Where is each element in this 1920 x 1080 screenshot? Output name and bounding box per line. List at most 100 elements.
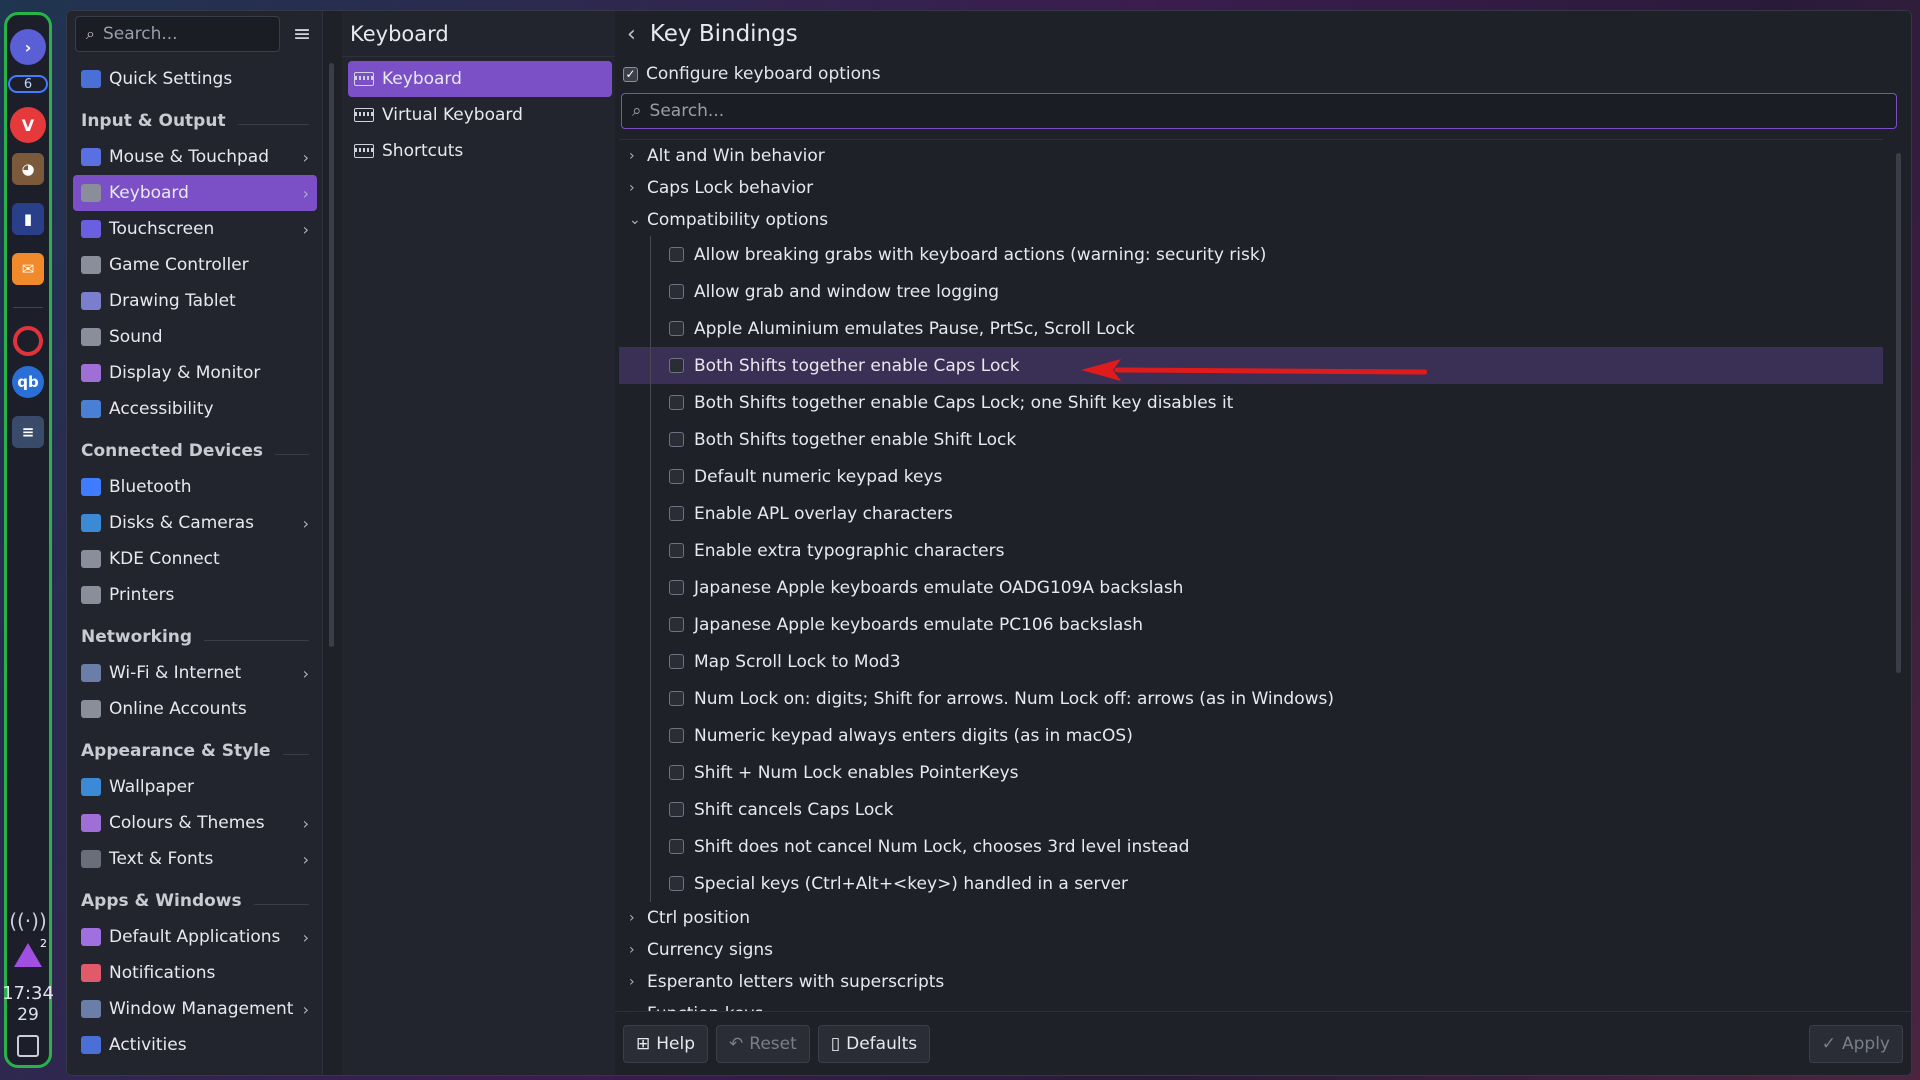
sidebar-item-label: Activities [109, 1035, 187, 1055]
sidebar-item[interactable]: Colours & Themes › [73, 805, 317, 841]
sidebar-item[interactable]: Accessibility [73, 391, 317, 427]
option-group-row[interactable]: › Alt and Win behavior [619, 140, 1883, 172]
qbittorrent-icon[interactable]: qb [12, 366, 44, 398]
expand-arrow-icon[interactable]: ⌄ [629, 212, 647, 228]
option-checkbox[interactable] [669, 247, 684, 262]
sidebar-item[interactable]: Window Management › [73, 991, 317, 1027]
terminal-icon[interactable]: ▮ [12, 203, 44, 235]
fox-app-icon[interactable]: ◕ [12, 153, 44, 185]
sidebar-item[interactable]: Wallpaper [73, 769, 317, 805]
notification-triangle-icon[interactable]: 2 [14, 937, 47, 967]
option-row[interactable]: Shift does not cancel Num Lock, chooses … [619, 828, 1883, 865]
configure-options-row[interactable]: ✓ Configure keyboard options [615, 57, 1911, 91]
option-checkbox[interactable] [669, 691, 684, 706]
sidebar-item[interactable]: Text & Fonts › [73, 841, 317, 877]
option-checkbox[interactable] [669, 321, 684, 336]
option-row[interactable]: Apple Aluminium emulates Pause, PrtSc, S… [619, 310, 1883, 347]
option-row[interactable]: Default numeric keypad keys [619, 458, 1883, 495]
sidebar-item[interactable]: Game Controller [73, 247, 317, 283]
option-checkbox[interactable] [669, 876, 684, 891]
option-checkbox[interactable] [669, 839, 684, 854]
sidebar-item[interactable]: Bluetooth [73, 469, 317, 505]
option-group-row[interactable]: › Esperanto letters with superscripts [619, 966, 1883, 998]
subpanel-item[interactable]: Virtual Keyboard [348, 97, 612, 133]
sidebar-item[interactable]: Quick Settings [73, 61, 317, 97]
option-row[interactable]: Japanese Apple keyboards emulate OADG109… [619, 569, 1883, 606]
option-row[interactable]: Both Shifts together enable Shift Lock [619, 421, 1883, 458]
expand-arrow-icon[interactable]: › [629, 974, 647, 990]
configure-options-checkbox[interactable]: ✓ [623, 66, 638, 82]
back-chevron-icon[interactable]: ‹ [627, 22, 636, 47]
option-checkbox[interactable] [669, 284, 684, 299]
option-checkbox[interactable] [669, 432, 684, 447]
opera-icon[interactable] [13, 326, 43, 356]
defaults-button[interactable]: ▯ Defaults [817, 1024, 931, 1063]
help-button[interactable]: ⊞ Help [623, 1024, 709, 1063]
sidebar-item[interactable]: Printers [73, 577, 317, 613]
option-group-row[interactable]: ⌄ Compatibility options [619, 204, 1883, 236]
option-row[interactable]: Japanese Apple keyboards emulate PC106 b… [619, 606, 1883, 643]
option-checkbox[interactable] [669, 728, 684, 743]
option-group-row[interactable]: › Currency signs [619, 934, 1883, 966]
apply-button[interactable]: ✓ Apply [1808, 1024, 1903, 1063]
sidebar-item[interactable]: Wi-Fi & Internet › [73, 655, 317, 691]
settings-sliders-icon[interactable]: ≡ [12, 416, 44, 448]
app-launcher-icon[interactable]: › [10, 29, 46, 65]
hamburger-menu-icon[interactable]: ≡ [290, 22, 314, 47]
option-row[interactable]: Special keys (Ctrl+Alt+<key>) handled in… [619, 865, 1883, 902]
workspace-badge[interactable]: 6 [8, 75, 48, 93]
option-row[interactable]: Both Shifts together enable Caps Lock; o… [619, 384, 1883, 421]
option-checkbox[interactable] [669, 617, 684, 632]
sidebar-item[interactable]: Display & Monitor [73, 355, 317, 391]
option-checkbox[interactable] [669, 358, 684, 373]
option-checkbox[interactable] [669, 580, 684, 595]
option-row[interactable]: Numeric keypad always enters digits (as … [619, 717, 1883, 754]
option-row[interactable]: Allow breaking grabs with keyboard actio… [619, 236, 1883, 273]
sidebar-scrollbar[interactable] [329, 63, 334, 647]
option-row[interactable]: Allow grab and window tree logging [619, 273, 1883, 310]
sidebar-item[interactable]: Activities [73, 1027, 317, 1063]
expand-arrow-icon[interactable]: › [629, 910, 647, 926]
wifi-icon[interactable]: ((·)) [9, 909, 47, 933]
option-checkbox[interactable] [669, 802, 684, 817]
expand-arrow-icon[interactable]: › [629, 148, 647, 164]
sidebar-item[interactable]: KDE Connect [73, 541, 317, 577]
clock-time[interactable]: 17:34 [2, 983, 54, 1005]
option-checkbox[interactable] [669, 469, 684, 484]
sidebar-item[interactable]: Notifications [73, 955, 317, 991]
option-row[interactable]: Enable APL overlay characters [619, 495, 1883, 532]
sidebar-item[interactable]: Disks & Cameras › [73, 505, 317, 541]
option-row[interactable]: Num Lock on: digits; Shift for arrows. N… [619, 680, 1883, 717]
subpanel-item[interactable]: Keyboard [348, 61, 612, 97]
sidebar-item[interactable]: Sound [73, 319, 317, 355]
option-checkbox[interactable] [669, 543, 684, 558]
option-row[interactable]: Map Scroll Lock to Mod3 [619, 643, 1883, 680]
option-checkbox[interactable] [669, 395, 684, 410]
expand-arrow-icon[interactable]: › [629, 942, 647, 958]
sidebar-item[interactable]: Mouse & Touchpad › [73, 139, 317, 175]
sidebar-item[interactable]: Drawing Tablet [73, 283, 317, 319]
option-group-row[interactable]: › Caps Lock behavior [619, 172, 1883, 204]
vivaldi-icon[interactable]: V [10, 107, 46, 143]
subpanel-item[interactable]: Shortcuts [348, 133, 612, 169]
option-row[interactable]: Enable extra typographic characters [619, 532, 1883, 569]
clock-date[interactable]: 29 [17, 1005, 39, 1025]
sidebar-item[interactable]: Touchscreen › [73, 211, 317, 247]
option-row[interactable]: Shift + Num Lock enables PointerKeys [619, 754, 1883, 791]
option-checkbox[interactable] [669, 506, 684, 521]
sidebar-item[interactable]: Keyboard › [73, 175, 317, 211]
sidebar-item[interactable]: Online Accounts [73, 691, 317, 727]
option-group-row[interactable]: › Ctrl position [619, 902, 1883, 934]
sidebar-item[interactable]: Default Applications › [73, 919, 317, 955]
option-row[interactable]: Shift cancels Caps Lock [619, 791, 1883, 828]
expand-arrow-icon[interactable]: › [629, 180, 647, 196]
sidebar-search-input[interactable]: ⌕ Search... [75, 16, 281, 52]
reset-button[interactable]: ↶ Reset [716, 1024, 810, 1063]
options-scrollbar[interactable] [1896, 153, 1901, 673]
option-checkbox[interactable] [669, 765, 684, 780]
options-search-input[interactable]: ⌕ Search... [621, 93, 1897, 129]
show-desktop-icon[interactable] [17, 1035, 39, 1057]
mail-app-icon[interactable]: ✉ [12, 253, 44, 285]
system-settings-window: ⌕ Search... ≡ Quick Settings Input & Outp… [66, 10, 1912, 1076]
option-checkbox[interactable] [669, 654, 684, 669]
